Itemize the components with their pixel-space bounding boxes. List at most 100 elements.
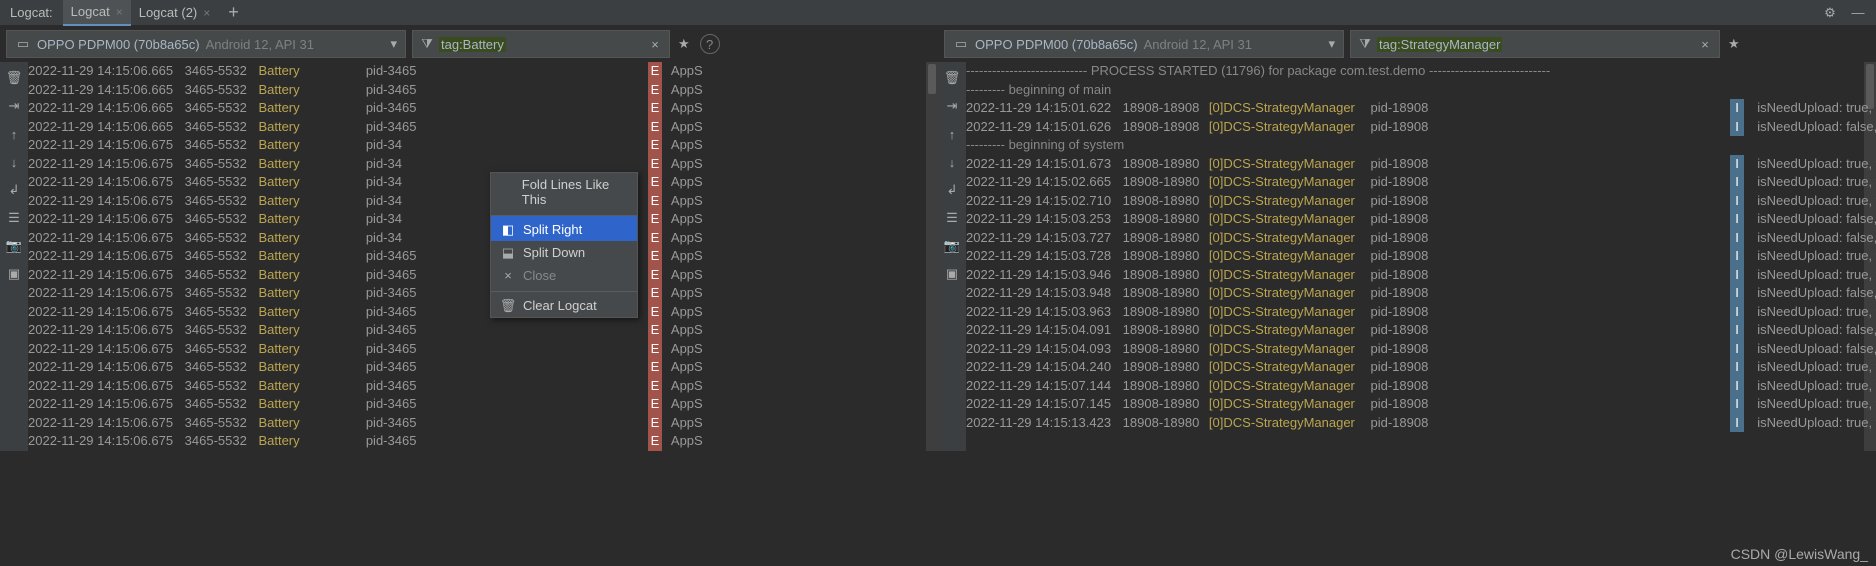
ctx-clear-logcat[interactable]: 🗑 Clear Logcat (491, 291, 637, 317)
down-icon[interactable]: ↓ (4, 152, 24, 172)
log-row-tail: I isNeedUpload: true, type: 2 (1580, 414, 1876, 433)
log-row[interactable]: 2022-11-29 14:15:06.675 3465-5532 Batter… (28, 136, 938, 155)
log-row-tail: I isNeedUpload: false, type: (1580, 229, 1876, 248)
log-row[interactable]: 2022-11-29 14:15:06.675 3465-5532 Batter… (28, 340, 938, 359)
log-row-tail: E AppS (640, 358, 703, 377)
filter-input-wrap[interactable]: ⧩ tag:Battery × (412, 30, 670, 58)
split-right-icon: ◧ (501, 223, 515, 237)
log-row-tail: I isNeedUpload: true, type: 2 (1580, 173, 1876, 192)
pause-icon[interactable]: ⇥ (4, 96, 24, 116)
log-row-tail: E AppS (640, 284, 703, 303)
log-row[interactable]: 2022-11-29 14:15:06.675 3465-5532 Batter… (28, 414, 938, 433)
log-row[interactable]: 2022-11-29 14:15:06.665 3465-5532 Batter… (28, 118, 938, 137)
log-row[interactable]: 2022-11-29 14:15:06.675 3465-5532 Batter… (28, 395, 938, 414)
log-row-tail: I isNeedUpload: false, type: (1580, 284, 1876, 303)
log-row-tail: E AppS (640, 303, 703, 322)
beginning-main: --------- beginning of main (966, 81, 1876, 100)
log-row[interactable]: 2022-11-29 14:15:06.675 3465-5532 Batter… (28, 247, 938, 266)
log-row[interactable]: 2022-11-29 14:15:06.675 3465-5532 Batter… (28, 303, 938, 322)
log-row-tail: I isNeedUpload: true, type: 2 (1580, 266, 1876, 285)
log-row[interactable]: 2022-11-29 14:15:06.665 3465-5532 Batter… (28, 81, 938, 100)
log-row[interactable]: 2022-11-29 14:15:06.665 3465-5532 Batter… (28, 99, 938, 118)
watermark: CSDN @LewisWang_ (1731, 546, 1868, 562)
wrap-icon[interactable]: ↲ (942, 180, 962, 200)
ctx-fold-lines[interactable]: Fold Lines Like This (491, 173, 637, 211)
record-icon[interactable]: ▣ (942, 264, 962, 284)
log-row[interactable]: 2022-11-29 14:15:06.675 3465-5532 Batter… (28, 284, 938, 303)
trash-icon: 🗑 (501, 299, 515, 313)
up-icon[interactable]: ↑ (4, 124, 24, 144)
log-row-tail: I isNeedUpload: true, type: 2 (1580, 192, 1876, 211)
settings-icon[interactable]: ☰ (4, 208, 24, 228)
ctx-close[interactable]: × Close (491, 264, 637, 287)
beginning-system: --------- beginning of system (966, 136, 1876, 155)
device-selector[interactable]: ▭ OPPO PDPM00 (70b8a65c) Android 12, API… (944, 30, 1344, 58)
device-api: Android 12, API 31 (1144, 37, 1252, 52)
log-row[interactable]: 2022-11-29 14:15:06.675 3465-5532 Batter… (28, 192, 938, 211)
up-icon[interactable]: ↑ (942, 124, 962, 144)
filter-input-wrap[interactable]: ⧩ tag:StrategyManager × (1350, 30, 1720, 58)
ctx-split-down[interactable]: ⬓ Split Down (491, 241, 637, 264)
log-row-tail: I isNeedUpload: true, type: 2 (1580, 395, 1876, 414)
log-row-tail: E AppS (640, 414, 703, 433)
trash-icon[interactable]: 🗑 (4, 68, 24, 88)
log-row-tail: E AppS (640, 229, 703, 248)
star-icon[interactable]: ★ (1728, 36, 1740, 52)
context-menu: Fold Lines Like This ◧ Split Right ⬓ Spl… (490, 172, 638, 318)
camera-icon[interactable]: 📷 (942, 236, 962, 256)
scrollbar[interactable] (926, 62, 938, 451)
device-icon: ▭ (15, 36, 31, 52)
add-tab-button[interactable]: + (218, 2, 249, 23)
record-icon[interactable]: ▣ (4, 264, 24, 284)
chevron-down-icon: ▾ (1328, 36, 1335, 52)
log-pane-left[interactable]: 2022-11-29 14:15:06.665 3465-5532 Batter… (28, 62, 938, 451)
help-icon[interactable]: ? (700, 34, 720, 54)
log-row-tail: I isNeedUpload: true, type: 2 (1580, 155, 1876, 174)
log-row[interactable]: 2022-11-29 14:15:06.675 3465-5532 Batter… (28, 377, 938, 396)
gear-icon[interactable]: ⚙ (1822, 5, 1838, 21)
down-icon[interactable]: ↓ (942, 152, 962, 172)
log-row[interactable]: 2022-11-29 14:15:06.675 3465-5532 Batter… (28, 321, 938, 340)
log-row-tail: E AppS (640, 432, 703, 451)
tab-label: Logcat (71, 4, 110, 19)
close-icon[interactable]: × (116, 5, 123, 19)
filter-icon: ⧩ (419, 36, 435, 52)
minimize-icon[interactable]: — (1850, 5, 1866, 21)
star-icon[interactable]: ★ (678, 36, 690, 52)
log-row-tail: E AppS (640, 377, 703, 396)
clear-icon[interactable]: × (647, 36, 663, 52)
log-row[interactable]: 2022-11-29 14:15:06.675 3465-5532 Batter… (28, 358, 938, 377)
log-row-tail: E AppS (640, 395, 703, 414)
log-row-tail: E AppS (640, 321, 703, 340)
log-row-tail: I isNeedUpload: true, type: 2 (1580, 247, 1876, 266)
log-pane-right[interactable]: ---------------------------- PROCESS STA… (966, 62, 1876, 451)
log-row-tail: I isNeedUpload: true, type: 2 (1580, 358, 1876, 377)
log-row-tail: I isNeedUpload: false, type: (1580, 210, 1876, 229)
device-selector[interactable]: ▭ OPPO PDPM00 (70b8a65c) Android 12, API… (6, 30, 406, 58)
log-row-tail: E AppS (640, 210, 703, 229)
trash-icon[interactable]: 🗑 (942, 68, 962, 88)
filter-text[interactable]: tag:Battery (439, 37, 506, 52)
filter-icon: ⧩ (1357, 36, 1373, 52)
camera-icon[interactable]: 📷 (4, 236, 24, 256)
tab-logcat[interactable]: Logcat × (63, 0, 131, 26)
log-row[interactable]: 2022-11-29 14:15:06.675 3465-5532 Batter… (28, 229, 938, 248)
close-icon[interactable]: × (203, 6, 210, 20)
filter-text[interactable]: tag:StrategyManager (1377, 37, 1502, 52)
tab-logcat-2[interactable]: Logcat (2) × (131, 0, 219, 26)
log-row[interactable]: 2022-11-29 14:15:06.665 3465-5532 Batter… (28, 62, 938, 81)
device-name: OPPO PDPM00 (70b8a65c) (975, 37, 1138, 52)
log-row[interactable]: 2022-11-29 14:15:06.675 3465-5532 Batter… (28, 432, 938, 451)
ctx-split-right[interactable]: ◧ Split Right (491, 215, 637, 241)
log-row-tail: E AppS (640, 99, 703, 118)
log-row[interactable]: 2022-11-29 14:15:06.675 3465-5532 Batter… (28, 155, 938, 174)
log-row-tail: E AppS (640, 81, 703, 100)
log-row[interactable]: 2022-11-29 14:15:06.675 3465-5532 Batter… (28, 210, 938, 229)
wrap-icon[interactable]: ↲ (4, 180, 24, 200)
log-row[interactable]: 2022-11-29 14:15:06.675 3465-5532 Batter… (28, 173, 938, 192)
log-row[interactable]: 2022-11-29 14:15:06.675 3465-5532 Batter… (28, 266, 938, 285)
settings-icon[interactable]: ☰ (942, 208, 962, 228)
log-row-tail: E AppS (640, 192, 703, 211)
pause-icon[interactable]: ⇥ (942, 96, 962, 116)
clear-icon[interactable]: × (1697, 36, 1713, 52)
